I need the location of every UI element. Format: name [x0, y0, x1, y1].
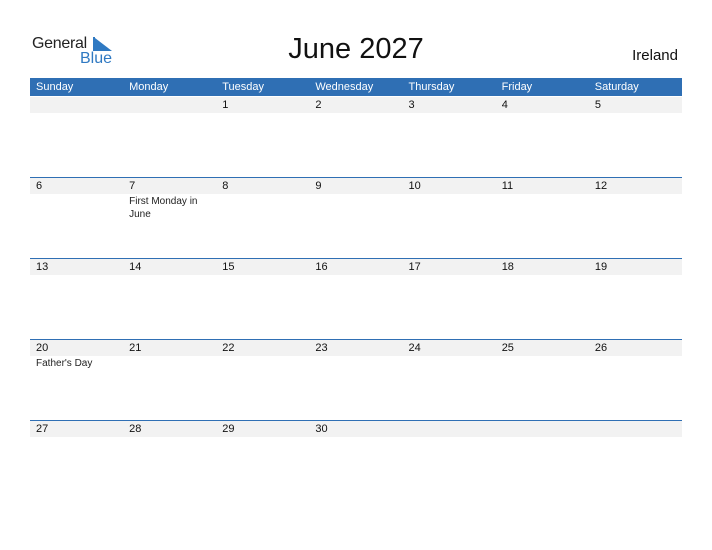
day-cell: 21 [123, 340, 216, 421]
weekday-header: Sunday Monday Tuesday Wednesday Thursday… [30, 78, 682, 96]
day-number: 7 [129, 180, 136, 192]
day-cell: 22 [216, 340, 309, 421]
day-cell [403, 421, 496, 502]
day-cell [30, 97, 123, 178]
day-cell: 15 [216, 259, 309, 340]
day-number: 25 [501, 342, 514, 354]
day-number: 10 [408, 180, 421, 192]
day-number: 12 [594, 180, 608, 192]
day-cell: 30 [309, 421, 402, 502]
day-number: 5 [594, 99, 601, 111]
day-cell: 27 [30, 421, 123, 502]
day-cell: 6 [30, 178, 123, 259]
day-cell: 19 [589, 259, 682, 340]
day-cell: 7 First Monday in June [123, 178, 216, 259]
day-number: 3 [408, 99, 415, 111]
holiday-label: Father's Day [36, 358, 93, 369]
holiday-label: First Monday in June [129, 196, 198, 220]
day-number: 26 [594, 342, 608, 354]
day-number: 27 [36, 423, 49, 435]
day-cell: 9 [309, 178, 402, 259]
weekday-monday: Monday [129, 81, 169, 93]
day-number: 1 [222, 99, 229, 111]
day-cell: 12 [589, 178, 682, 259]
week-row: 27 28 29 30 [30, 420, 682, 502]
day-number: 8 [222, 180, 229, 192]
day-cell [123, 97, 216, 178]
day-cell: 29 [216, 421, 309, 502]
week-row: 6 7 First Monday in June 8 9 10 11 12 [30, 177, 682, 259]
day-number: 17 [408, 261, 421, 273]
weekday-tuesday: Tuesday [222, 81, 265, 93]
day-number: 18 [501, 261, 514, 273]
day-cell: 23 [309, 340, 402, 421]
page-title: June 2027 [288, 33, 424, 65]
day-number: 21 [129, 342, 142, 354]
day-number: 30 [315, 423, 328, 435]
weekday-saturday: Saturday [594, 81, 639, 93]
day-number: 9 [315, 180, 322, 192]
day-number: 23 [315, 342, 328, 354]
day-cell: 24 [403, 340, 496, 421]
day-number: 19 [594, 261, 608, 273]
day-cell: 20 Father's Day [30, 340, 123, 421]
day-cell: 17 [403, 259, 496, 340]
weekday-thursday: Thursday [408, 81, 455, 93]
weekday-wednesday: Wednesday [315, 81, 374, 93]
day-number: 29 [222, 423, 235, 435]
day-cell: 10 [403, 178, 496, 259]
day-cell: 5 [589, 97, 682, 178]
weekday-friday: Friday [501, 81, 533, 93]
day-cell [589, 421, 682, 502]
day-cell: 1 [216, 97, 309, 178]
day-number: 24 [408, 342, 421, 354]
day-number: 22 [222, 342, 235, 354]
day-number: 4 [501, 99, 508, 111]
weekday-sunday: Sunday [36, 81, 74, 93]
day-number: 28 [129, 423, 142, 435]
day-cell: 2 [309, 97, 402, 178]
day-cell: 25 [496, 340, 589, 421]
day-number: 11 [501, 180, 514, 192]
day-number: 16 [315, 261, 328, 273]
country-label: Ireland [632, 47, 678, 64]
day-number: 13 [36, 261, 49, 273]
day-cell: 3 [403, 97, 496, 178]
day-number: 2 [315, 99, 322, 111]
week-row: 20 Father's Day 21 22 23 24 25 26 [30, 339, 682, 421]
day-cell: 26 [589, 340, 682, 421]
day-cell [496, 421, 589, 502]
week-row: 13 14 15 16 17 18 19 [30, 258, 682, 340]
day-cell: 28 [123, 421, 216, 502]
day-cell: 18 [496, 259, 589, 340]
day-cell: 11 [496, 178, 589, 259]
week-row: 1 2 3 4 5 [30, 97, 682, 178]
day-number: 20 [36, 342, 49, 354]
day-number: 14 [129, 261, 142, 273]
day-cell: 13 [30, 259, 123, 340]
day-number: 6 [36, 180, 43, 192]
day-cell: 14 [123, 259, 216, 340]
day-cell: 16 [309, 259, 402, 340]
day-number: 15 [222, 261, 235, 273]
day-cell: 8 [216, 178, 309, 259]
day-cell: 4 [496, 97, 589, 178]
